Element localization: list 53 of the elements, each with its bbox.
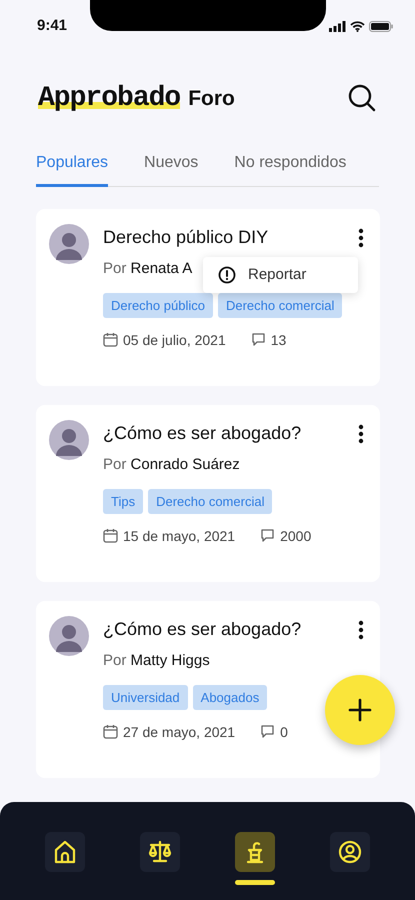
plus-icon: [348, 698, 372, 722]
tag[interactable]: Tips: [103, 488, 144, 514]
post-date: 05 de julio, 2021: [123, 332, 226, 348]
more-icon: [358, 620, 364, 640]
page-title: Foro: [188, 86, 235, 110]
search-icon: [347, 83, 377, 113]
battery-icon: [369, 20, 393, 32]
avatar: [49, 224, 89, 264]
status-time: 9:41: [37, 16, 68, 34]
active-indicator: [234, 880, 275, 885]
more-icon: [358, 228, 364, 248]
tag[interactable]: Universidad: [103, 684, 188, 710]
comment-count: 0: [280, 724, 288, 740]
podium-nav-button[interactable]: [234, 832, 275, 872]
scales-icon: [147, 839, 174, 865]
home-nav-button[interactable]: [45, 832, 86, 872]
post-title[interactable]: ¿Cómo es ser abogado?: [103, 422, 302, 444]
post-author: Por Matty Higgs: [103, 652, 210, 668]
more-options-button[interactable]: [358, 228, 364, 248]
post-author: Por Renata A: [103, 260, 192, 276]
profile-icon: [336, 839, 363, 865]
avatar: [49, 616, 89, 656]
more-options-button[interactable]: [358, 620, 364, 640]
post-author: Por Conrado Suárez: [103, 456, 240, 472]
calendar-icon: [103, 528, 118, 543]
post-title[interactable]: ¿Cómo es ser abogado?: [103, 618, 302, 640]
tag[interactable]: Abogados: [192, 684, 268, 710]
tab[interactable]: No respondidos: [234, 154, 346, 187]
post-title[interactable]: Derecho público DIY: [103, 226, 268, 248]
comment-icon: [260, 724, 276, 739]
comment-icon: [250, 332, 266, 347]
comment-count: 2000: [280, 528, 312, 544]
scales-nav-button[interactable]: [140, 832, 180, 872]
tab[interactable]: Nuevos: [144, 154, 198, 187]
avatar: [49, 420, 89, 460]
tag[interactable]: Derecho comercial: [218, 292, 342, 318]
search-button[interactable]: [347, 83, 377, 113]
more-options-button[interactable]: [358, 424, 364, 444]
signal-icon: [329, 20, 346, 32]
post-date: 27 de mayo, 2021: [123, 724, 236, 740]
alert-icon: [218, 266, 236, 284]
tag[interactable]: Derecho público: [103, 292, 213, 318]
comment-icon: [260, 528, 276, 543]
profile-nav-button[interactable]: [330, 832, 370, 872]
wifi-icon: [350, 20, 365, 32]
tab[interactable]: Populares: [36, 154, 108, 187]
report-menu[interactable]: Reportar: [203, 256, 358, 292]
calendar-icon: [103, 332, 118, 347]
post-date: 15 de mayo, 2021: [123, 528, 236, 544]
calendar-icon: [103, 724, 118, 739]
comment-count: 13: [270, 332, 286, 348]
tag[interactable]: Derecho comercial: [148, 488, 272, 514]
more-icon: [358, 424, 364, 444]
